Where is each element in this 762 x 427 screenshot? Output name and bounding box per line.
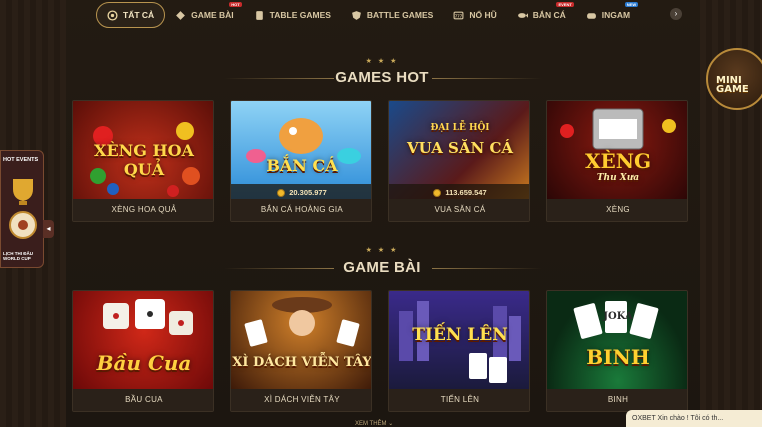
art-title: XÈNG HOA QUẢ: [94, 141, 194, 179]
table-icon: [255, 10, 263, 20]
art-title: BINH: [586, 345, 650, 369]
game-label: XÈNG HOA QUẢ: [73, 199, 213, 221]
controller-icon: [586, 12, 596, 19]
game-card-xeng-hoa-qua[interactable]: XÈNG HOA QUẢ XÈNG HOA QUẢ: [72, 100, 214, 222]
game-card-bau-cua[interactable]: Bầu Cua BẦU CUA: [72, 290, 214, 412]
category-nav: TẤT CẢ GAME BÀI HOT TABLE GAMES BATTLE G…: [90, 0, 700, 30]
fish-icon: [517, 12, 528, 18]
slot-icon: 777: [453, 11, 464, 19]
nav-tab-table-games[interactable]: TABLE GAMES: [244, 2, 341, 28]
nav-tab-battle-games[interactable]: BATTLE GAMES: [341, 2, 443, 28]
game-label: TIẾN LÊN: [389, 389, 529, 411]
art-subtitle: Thu Xưa: [596, 173, 640, 183]
nav-tab-label: NỔ HŨ: [469, 10, 497, 20]
nav-tab-label: BẮN CÁ: [532, 10, 566, 20]
game-card-binh[interactable]: JOKA BINH BINH: [546, 290, 688, 412]
jackpot-value: 113.659.547: [445, 188, 487, 197]
art-title: BẮN CÁ: [266, 156, 338, 175]
nav-tab-ban-ca[interactable]: BẮN CÁ EVENT: [507, 2, 576, 28]
game-card-xeng[interactable]: XÈNG Thu Xưa XÈNG: [546, 100, 688, 222]
art-subtitle: JOKA: [603, 311, 633, 322]
hot-badge: HOT: [229, 2, 242, 7]
game-label: VUA SĂN CÁ: [389, 199, 529, 221]
nav-tab-label: GAME BÀI: [191, 10, 234, 20]
art-title: XÌ DÁCH VIỄN TÂY: [232, 355, 372, 370]
game-thumbnail: TIẾN LÊN: [389, 291, 529, 391]
nav-tab-label: BATTLE GAMES: [366, 10, 434, 20]
see-more-link[interactable]: XEM THÊM ⌄: [355, 420, 393, 427]
game-label: XÈNG: [547, 199, 687, 221]
nav-tab-ingame[interactable]: INGAM NEW: [576, 2, 640, 28]
jackpot-value: 20.305.977: [289, 188, 327, 197]
svg-text:777: 777: [455, 13, 463, 18]
art-title: Bầu Cua: [96, 351, 192, 375]
nav-tab-label: TABLE GAMES: [269, 10, 331, 20]
section-divider: [432, 268, 542, 269]
game-label: BẦU CUA: [73, 389, 213, 411]
game-card-tien-len[interactable]: TIẾN LÊN TIẾN LÊN: [388, 290, 530, 412]
nav-tab-game-bai[interactable]: GAME BÀI HOT: [165, 2, 244, 28]
art-title: VUA SĂN CÁ: [406, 139, 514, 157]
new-badge: NEW: [624, 2, 639, 7]
trophy-icon: [9, 179, 37, 239]
coin-icon: [277, 188, 286, 197]
game-thumbnail: XÌ DÁCH VIỄN TÂY: [231, 291, 372, 391]
section-divider: [432, 78, 542, 79]
playing-cards-art: [573, 301, 659, 339]
dice-art: [103, 299, 193, 335]
game-thumbnail: JOKA BINH: [547, 291, 687, 391]
game-label: XÌ DÁCH VIỄN TÂY: [231, 389, 371, 411]
game-thumbnail: XÈNG HOA QUẢ: [73, 101, 213, 201]
coin-icon: [433, 188, 442, 197]
nav-scroll-right-button[interactable]: ›: [670, 8, 682, 20]
game-thumbnail: ĐẠI LỄ HỘI VUA SĂN CÁ 113.659.547: [389, 101, 529, 201]
game-thumbnail: XÈNG Thu Xưa: [547, 101, 687, 201]
shield-icon: [352, 10, 361, 20]
event-badge: EVENT: [556, 2, 574, 7]
game-label: BẮN CÁ HOÀNG GIA: [231, 199, 371, 221]
game-card-xi-dach-vien-tay[interactable]: XÌ DÁCH VIỄN TÂY XÌ DÁCH VIỄN TÂY: [230, 290, 372, 412]
section-stars: ★ ★ ★: [365, 247, 399, 254]
cowgirl-art: [244, 297, 360, 347]
world-cup-schedule-caption: LỊCH THI ĐẤU WORLD CUP: [3, 251, 33, 261]
game-thumbnail: Bầu Cua: [73, 291, 213, 391]
cards-icon: [176, 10, 186, 20]
nav-tab-label: TẤT CẢ: [123, 10, 155, 20]
art-subtitle: ĐẠI LỄ HỘI: [430, 123, 490, 133]
game-thumbnail: BẮN CÁ 20.305.977: [231, 101, 371, 201]
nav-tab-all[interactable]: TẤT CẢ: [96, 2, 166, 28]
collapse-arrow-button[interactable]: ◂: [43, 220, 54, 238]
nav-tab-no-hu[interactable]: 777 NỔ HŨ: [443, 2, 506, 28]
all-games-icon: [107, 9, 118, 21]
nav-tab-label: INGAM: [601, 10, 631, 20]
art-title: TIẾN LÊN: [412, 325, 508, 345]
hot-events-label: HOT EVENTS: [3, 157, 39, 163]
mini-game-button[interactable]: MINI GAME: [706, 48, 762, 110]
hot-events-panel[interactable]: HOT EVENTS LỊCH THI ĐẤU WORLD CUP: [0, 150, 44, 268]
chat-widget[interactable]: OXBET Xin chào ! Tôi có th...: [626, 410, 762, 427]
game-label: BINH: [547, 389, 687, 411]
game-card-ban-ca-hoang-gia[interactable]: BẮN CÁ 20.305.977 BẮN CÁ HOÀNG GIA: [230, 100, 372, 222]
section-stars: ★ ★ ★: [365, 58, 399, 65]
game-card-vua-san-ca[interactable]: ĐẠI LỄ HỘI VUA SĂN CÁ 113.659.547 VUA SĂ…: [388, 100, 530, 222]
art-title: XÈNG: [584, 149, 652, 173]
mini-game-label: MINI GAME: [716, 75, 749, 95]
